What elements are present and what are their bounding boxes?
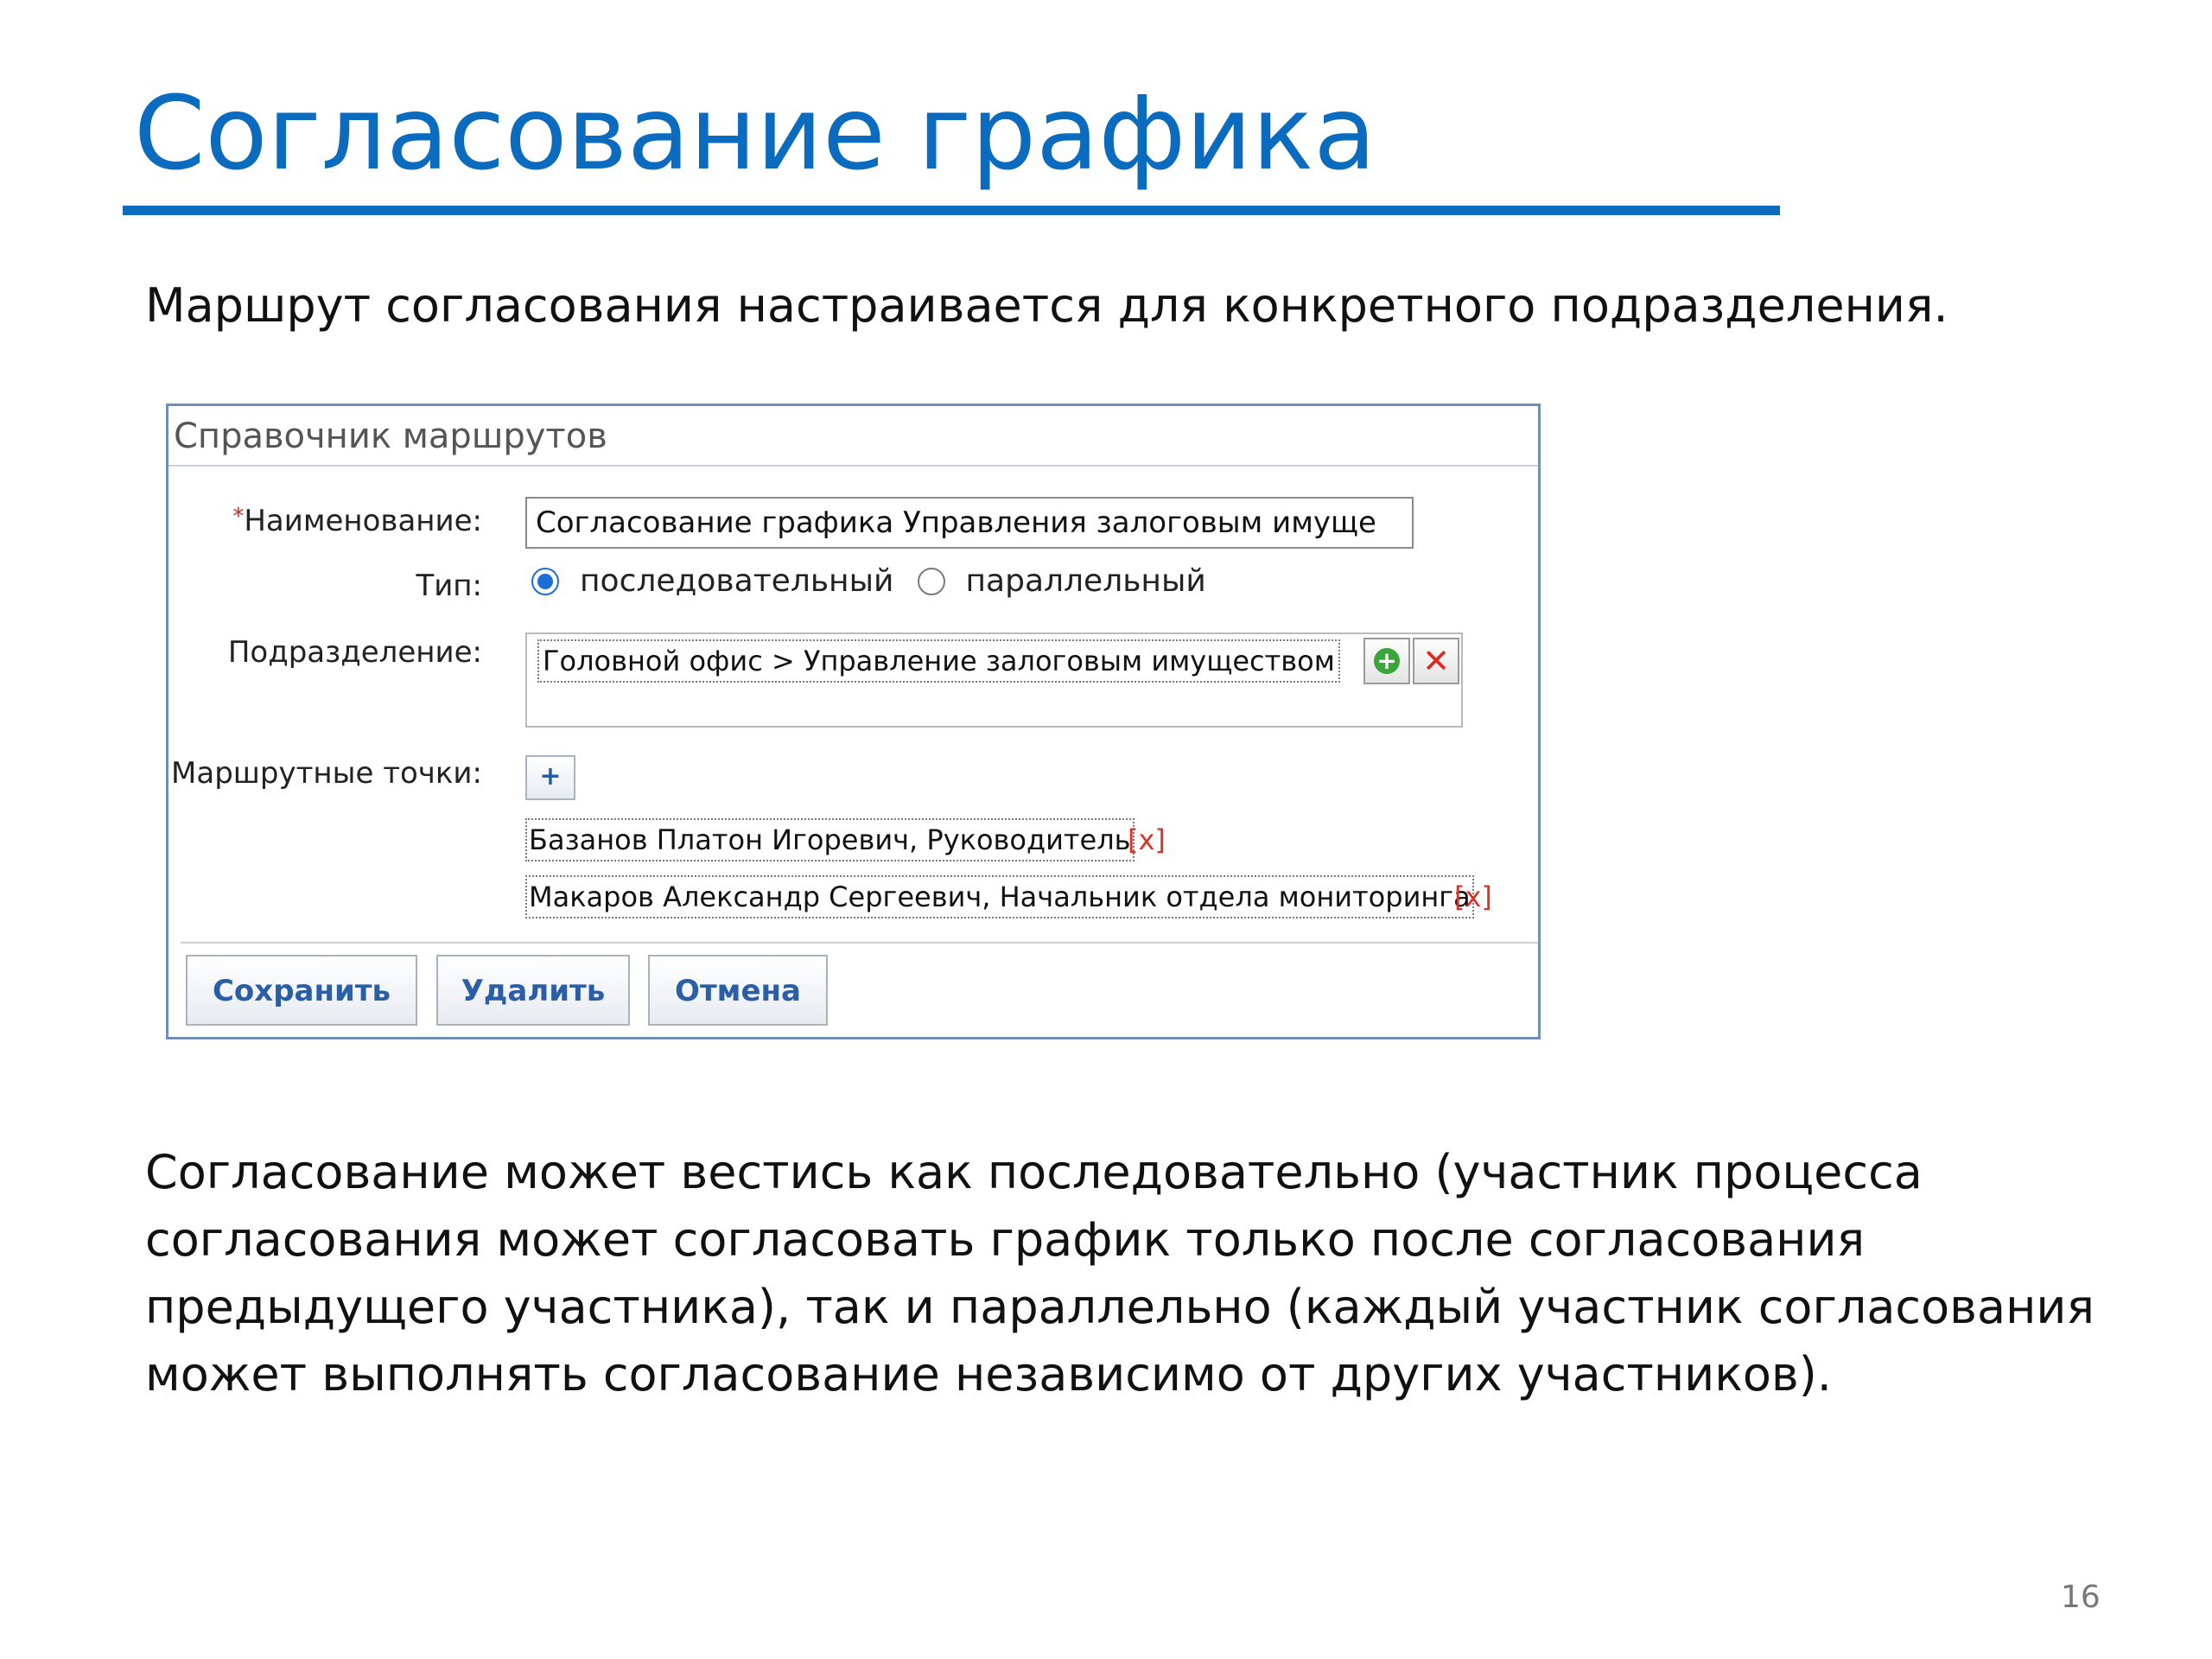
radio-checked-icon[interactable] bbox=[531, 567, 559, 595]
points-label: Маршрутные точки: bbox=[171, 756, 482, 791]
dept-clear-button[interactable]: ✕ bbox=[1413, 638, 1459, 684]
type-label: Тип: bbox=[416, 569, 482, 603]
footer-divider bbox=[181, 942, 1538, 944]
dept-label: Подразделение: bbox=[227, 635, 482, 670]
type-option-sequential[interactable]: последовательный bbox=[531, 563, 893, 599]
title-underline bbox=[123, 206, 1780, 215]
add-point-button[interactable]: + bbox=[525, 755, 575, 800]
name-input[interactable] bbox=[525, 497, 1414, 549]
slide-title: Согласование графика bbox=[134, 73, 1376, 193]
type-radio-group: последовательный параллельный bbox=[531, 563, 1225, 607]
plus-circle-green-icon: + bbox=[1374, 648, 1400, 674]
dept-add-button[interactable]: + bbox=[1363, 638, 1410, 684]
delete-button[interactable]: Удалить bbox=[436, 955, 630, 1026]
type-option-parallel[interactable]: параллельный bbox=[917, 563, 1206, 599]
dept-field[interactable]: Головной офис > Управление залоговым иму… bbox=[525, 632, 1463, 728]
dept-value[interactable]: Головной офис > Управление залоговым иму… bbox=[537, 639, 1340, 683]
name-label-text: Наименование: bbox=[244, 504, 482, 538]
route-point-2[interactable]: Макаров Александр Сергеевич, Начальник о… bbox=[525, 875, 1474, 918]
dialog-title: Справочник маршрутов bbox=[168, 406, 1538, 467]
name-label: *Наименование: bbox=[232, 504, 482, 538]
routes-dialog: Справочник маршрутов *Наименование: Тип:… bbox=[166, 404, 1541, 1039]
route-point-2-remove[interactable]: [x] bbox=[1454, 877, 1492, 917]
type-option-parallel-label: параллельный bbox=[965, 563, 1206, 599]
close-red-icon: ✕ bbox=[1422, 642, 1450, 680]
required-mark: * bbox=[232, 504, 245, 530]
page-number: 16 bbox=[2061, 1580, 2101, 1615]
cancel-button[interactable]: Отмена bbox=[648, 955, 828, 1026]
radio-unchecked-icon[interactable] bbox=[917, 567, 945, 595]
route-point-1[interactable]: Базанов Платон Игоревич, Руководитель bbox=[525, 818, 1135, 861]
save-button[interactable]: Сохранить bbox=[186, 955, 417, 1026]
route-point-1-remove[interactable]: [x] bbox=[1128, 820, 1166, 860]
description-paragraph: Согласование может вестись как последова… bbox=[145, 1145, 2094, 1402]
intro-text: Маршрут согласования настраивается для к… bbox=[145, 278, 1948, 333]
type-option-sequential-label: последовательный bbox=[580, 563, 894, 599]
